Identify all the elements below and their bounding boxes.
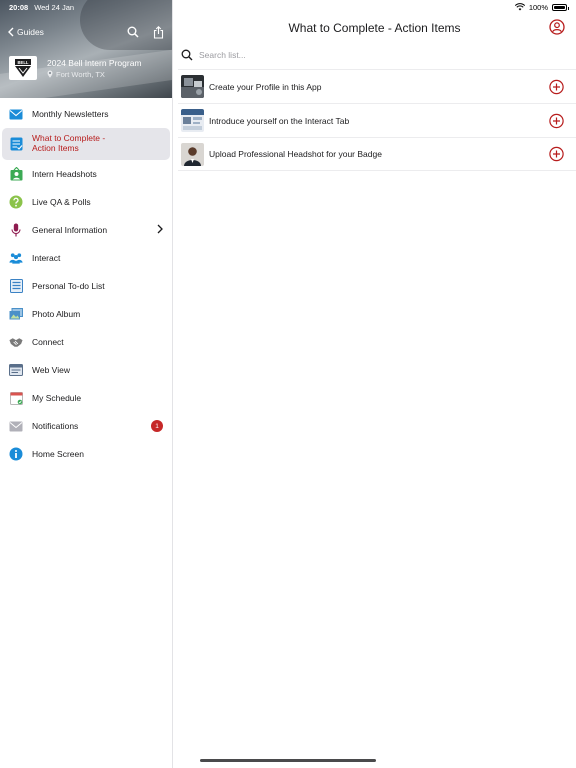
- action-items-list: Create your Profile in this App Introduce…: [178, 69, 576, 171]
- chevron-left-icon: [8, 27, 14, 37]
- photo-icon: [9, 307, 23, 321]
- sidebar-item-label: General Information: [32, 225, 108, 235]
- status-bar: 20:08 Wed 24 Jan 100%: [0, 0, 576, 14]
- title-bar: What to Complete - Action Items: [173, 14, 576, 42]
- sidebar-item-label: Personal To-do List: [32, 281, 105, 291]
- sidebar: Guides BELL 2024 Bell Intern Program For…: [0, 0, 173, 768]
- search-input[interactable]: [199, 50, 399, 60]
- sidebar-item-label: Intern Headshots: [32, 169, 97, 179]
- headshot-photo-thumb: [181, 142, 204, 166]
- interact-screenshot-thumb: [181, 109, 204, 132]
- main-panel: What to Complete - Action Items Create y…: [173, 0, 576, 768]
- sidebar-item-label: My Schedule: [32, 393, 82, 403]
- status-date: Wed 24 Jan: [34, 2, 75, 12]
- sidebar-item-label: Monthly Newsletters: [32, 109, 109, 119]
- sidebar-item-notifications[interactable]: Notifications 1: [0, 412, 172, 440]
- sidebar-topbar: Guides: [0, 20, 172, 44]
- sidebar-item-connect[interactable]: Connect: [0, 328, 172, 356]
- sidebar-item-label: What to Complete - Action Items: [32, 133, 106, 153]
- chevron-right-icon: [157, 224, 163, 236]
- sidebar-item-live-qa-polls[interactable]: Live QA & Polls: [0, 188, 172, 216]
- event-logo-text: BELL: [18, 60, 29, 65]
- add-circle-icon[interactable]: [549, 113, 564, 128]
- back-button[interactable]: Guides: [8, 27, 44, 37]
- list-item-label: Introduce yourself on the Interact Tab: [209, 115, 350, 126]
- list-item-label: Upload Professional Headshot for your Ba…: [209, 149, 382, 159]
- question-icon: [9, 195, 23, 209]
- sidebar-menu: Monthly Newsletters What to Complete - Ac…: [0, 98, 172, 468]
- sidebar-item-what-to-complete-action-items[interactable]: What to Complete - Action Items: [2, 128, 170, 160]
- sidebar-item-label: Connect: [32, 337, 64, 347]
- battery-icon: [552, 3, 569, 11]
- browser-icon: [9, 363, 23, 377]
- sidebar-item-label: Live QA & Polls: [32, 197, 91, 207]
- checklist-icon: [9, 137, 23, 151]
- people-icon: [9, 251, 23, 265]
- app-screenshot-thumb: [181, 75, 204, 98]
- app-window: 20:08 Wed 24 Jan 100% Guides BELL 2024 B…: [0, 0, 576, 768]
- event-name: 2024 Bell Intern Program: [47, 57, 142, 68]
- share-icon[interactable]: [153, 25, 164, 39]
- envelope-icon: [9, 107, 23, 121]
- handshake-icon: [9, 335, 23, 349]
- sidebar-item-intern-headshots[interactable]: Intern Headshots: [0, 160, 172, 188]
- wifi-icon: [514, 3, 525, 11]
- sidebar-item-home-screen[interactable]: Home Screen: [0, 440, 172, 468]
- sidebar-item-my-schedule[interactable]: My Schedule: [0, 384, 172, 412]
- notification-badge: 1: [151, 420, 163, 432]
- event-location-text: Fort Worth, TX: [56, 69, 105, 79]
- search-icon[interactable]: [127, 26, 139, 38]
- event-info: BELL 2024 Bell Intern Program Fort Worth…: [9, 56, 166, 80]
- sidebar-item-monthly-newsletters[interactable]: Monthly Newsletters: [0, 100, 172, 128]
- calendar-icon: [9, 391, 23, 405]
- status-right: 100%: [514, 2, 569, 12]
- status-time: 20:08: [9, 2, 29, 12]
- mail-icon: [9, 419, 23, 433]
- home-indicator: [200, 759, 376, 762]
- sidebar-item-label: Web View: [32, 365, 70, 375]
- sidebar-item-label: Home Screen: [32, 449, 84, 459]
- sidebar-item-label: Interact: [32, 253, 61, 263]
- microphone-icon: [9, 223, 23, 237]
- list-item[interactable]: Introduce yourself on the Interact Tab: [178, 103, 576, 137]
- sidebar-item-general-information[interactable]: General Information: [0, 216, 172, 244]
- event-logo: BELL: [9, 56, 37, 80]
- event-location: Fort Worth, TX: [47, 70, 142, 79]
- headshot-icon: [9, 167, 23, 181]
- sidebar-item-label: Notifications: [32, 421, 79, 431]
- location-pin-icon: [47, 70, 53, 78]
- sidebar-item-label: Photo Album: [32, 309, 81, 319]
- back-label: Guides: [17, 27, 44, 37]
- info-icon: [9, 447, 23, 461]
- search-bar: [181, 46, 568, 64]
- list-item[interactable]: Create your Profile in this App: [178, 69, 576, 103]
- add-circle-icon[interactable]: [549, 146, 564, 162]
- sidebar-item-interact[interactable]: Interact: [0, 244, 172, 272]
- sidebar-item-web-view[interactable]: Web View: [0, 356, 172, 384]
- profile-icon[interactable]: [549, 19, 565, 35]
- list-item[interactable]: Upload Professional Headshot for your Ba…: [178, 137, 576, 171]
- page-title: What to Complete - Action Items: [288, 21, 461, 35]
- sidebar-item-photo-album[interactable]: Photo Album: [0, 300, 172, 328]
- list-item-label: Create your Profile in this App: [209, 81, 322, 92]
- add-circle-icon[interactable]: [549, 79, 564, 94]
- event-header: Guides BELL 2024 Bell Intern Program For…: [0, 0, 172, 98]
- todo-list-icon: [9, 279, 23, 293]
- sidebar-item-personal-to-do-list[interactable]: Personal To-do List: [0, 272, 172, 300]
- battery-percent: 100%: [528, 2, 548, 12]
- search-icon: [181, 49, 193, 61]
